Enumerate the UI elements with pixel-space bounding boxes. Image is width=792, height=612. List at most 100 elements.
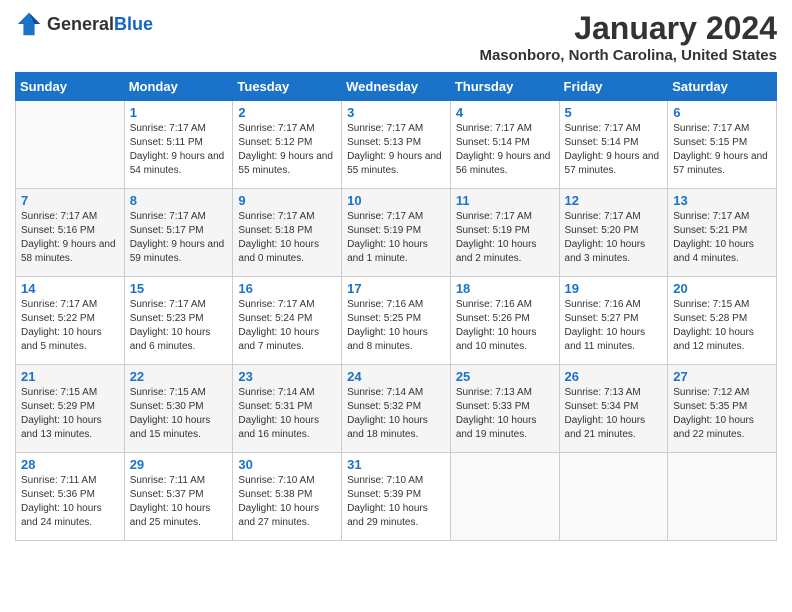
day-number: 2	[238, 105, 336, 120]
calendar-week-5: 28 Sunrise: 7:11 AM Sunset: 5:36 PM Dayli…	[16, 453, 777, 541]
day-info: Sunrise: 7:11 AM Sunset: 5:36 PM Dayligh…	[21, 474, 119, 530]
calendar-cell	[559, 453, 668, 541]
calendar-cell: 4 Sunrise: 7:17 AM Sunset: 5:14 PM Daylig…	[450, 101, 559, 189]
calendar-cell: 28 Sunrise: 7:11 AM Sunset: 5:36 PM Dayli…	[16, 453, 125, 541]
calendar-cell: 1 Sunrise: 7:17 AM Sunset: 5:11 PM Daylig…	[124, 101, 233, 189]
logo-icon	[15, 10, 43, 38]
day-info: Sunrise: 7:15 AM Sunset: 5:29 PM Dayligh…	[21, 386, 119, 442]
day-number: 10	[347, 193, 445, 208]
day-info: Sunrise: 7:11 AM Sunset: 5:37 PM Dayligh…	[130, 474, 228, 530]
day-number: 26	[565, 369, 663, 384]
day-info: Sunrise: 7:17 AM Sunset: 5:17 PM Dayligh…	[130, 210, 228, 266]
calendar-cell: 29 Sunrise: 7:11 AM Sunset: 5:37 PM Dayli…	[124, 453, 233, 541]
day-number: 31	[347, 457, 445, 472]
day-number: 15	[130, 281, 228, 296]
day-info: Sunrise: 7:13 AM Sunset: 5:33 PM Dayligh…	[456, 386, 554, 442]
calendar-cell: 15 Sunrise: 7:17 AM Sunset: 5:23 PM Dayli…	[124, 277, 233, 365]
calendar-cell	[668, 453, 777, 541]
calendar-cell: 24 Sunrise: 7:14 AM Sunset: 5:32 PM Dayli…	[342, 365, 451, 453]
calendar-cell: 27Sunrise: 7:12 AM Sunset: 5:35 PM Dayli…	[668, 365, 777, 453]
day-number: 11	[456, 193, 554, 208]
calendar-cell: 3 Sunrise: 7:17 AM Sunset: 5:13 PM Daylig…	[342, 101, 451, 189]
calendar-cell: 23 Sunrise: 7:14 AM Sunset: 5:31 PM Dayli…	[233, 365, 342, 453]
day-number: 1	[130, 105, 228, 120]
logo-text-general: General	[47, 14, 114, 34]
logo-text-blue: Blue	[114, 14, 153, 34]
calendar-cell: 20 Sunrise: 7:15 AM Sunset: 5:28 PM Dayli…	[668, 277, 777, 365]
day-info: Sunrise: 7:17 AM Sunset: 5:13 PM Dayligh…	[347, 122, 445, 178]
calendar-cell: 19 Sunrise: 7:16 AM Sunset: 5:27 PM Dayli…	[559, 277, 668, 365]
day-number: 24	[347, 369, 445, 384]
calendar-cell: 6 Sunrise: 7:17 AM Sunset: 5:15 PM Daylig…	[668, 101, 777, 189]
page-header: GeneralBlue January 2024 Masonboro, Nort…	[15, 10, 777, 64]
day-info: Sunrise: 7:17 AM Sunset: 5:14 PM Dayligh…	[565, 122, 663, 178]
day-number: 5	[565, 105, 663, 120]
month-title: January 2024	[479, 10, 777, 47]
calendar-cell: 13 Sunrise: 7:17 AM Sunset: 5:21 PM Dayli…	[668, 189, 777, 277]
day-number: 13	[673, 193, 771, 208]
day-info: Sunrise: 7:17 AM Sunset: 5:22 PM Dayligh…	[21, 298, 119, 354]
day-info: Sunrise: 7:17 AM Sunset: 5:21 PM Dayligh…	[673, 210, 771, 266]
day-info: Sunrise: 7:10 AM Sunset: 5:39 PM Dayligh…	[347, 474, 445, 530]
day-info: Sunrise: 7:17 AM Sunset: 5:24 PM Dayligh…	[238, 298, 336, 354]
calendar-cell: 30Sunrise: 7:10 AM Sunset: 5:38 PM Dayli…	[233, 453, 342, 541]
calendar-cell: 10 Sunrise: 7:17 AM Sunset: 5:19 PM Dayli…	[342, 189, 451, 277]
day-info: Sunrise: 7:14 AM Sunset: 5:31 PM Dayligh…	[238, 386, 336, 442]
calendar-table: SundayMondayTuesdayWednesdayThursdayFrid…	[15, 72, 777, 541]
day-number: 28	[21, 457, 119, 472]
day-number: 17	[347, 281, 445, 296]
day-number: 6	[673, 105, 771, 120]
calendar-header-thursday: Thursday	[450, 73, 559, 101]
day-info: Sunrise: 7:16 AM Sunset: 5:25 PM Dayligh…	[347, 298, 445, 354]
calendar-cell: 22 Sunrise: 7:15 AM Sunset: 5:30 PM Dayli…	[124, 365, 233, 453]
calendar-week-3: 14Sunrise: 7:17 AM Sunset: 5:22 PM Dayli…	[16, 277, 777, 365]
day-number: 4	[456, 105, 554, 120]
day-info: Sunrise: 7:15 AM Sunset: 5:30 PM Dayligh…	[130, 386, 228, 442]
calendar-header-monday: Monday	[124, 73, 233, 101]
calendar-week-1: 1 Sunrise: 7:17 AM Sunset: 5:11 PM Daylig…	[16, 101, 777, 189]
day-info: Sunrise: 7:15 AM Sunset: 5:28 PM Dayligh…	[673, 298, 771, 354]
calendar-header-wednesday: Wednesday	[342, 73, 451, 101]
calendar-header-tuesday: Tuesday	[233, 73, 342, 101]
calendar-cell	[16, 101, 125, 189]
day-number: 29	[130, 457, 228, 472]
day-number: 16	[238, 281, 336, 296]
day-number: 12	[565, 193, 663, 208]
day-info: Sunrise: 7:17 AM Sunset: 5:16 PM Dayligh…	[21, 210, 119, 266]
calendar-cell: 12 Sunrise: 7:17 AM Sunset: 5:20 PM Dayli…	[559, 189, 668, 277]
calendar-header-row: SundayMondayTuesdayWednesdayThursdayFrid…	[16, 73, 777, 101]
day-info: Sunrise: 7:17 AM Sunset: 5:18 PM Dayligh…	[238, 210, 336, 266]
day-number: 30	[238, 457, 336, 472]
day-number: 8	[130, 193, 228, 208]
day-info: Sunrise: 7:17 AM Sunset: 5:12 PM Dayligh…	[238, 122, 336, 178]
day-number: 20	[673, 281, 771, 296]
day-info: Sunrise: 7:17 AM Sunset: 5:19 PM Dayligh…	[456, 210, 554, 266]
day-info: Sunrise: 7:17 AM Sunset: 5:19 PM Dayligh…	[347, 210, 445, 266]
day-number: 19	[565, 281, 663, 296]
day-number: 22	[130, 369, 228, 384]
day-info: Sunrise: 7:14 AM Sunset: 5:32 PM Dayligh…	[347, 386, 445, 442]
day-info: Sunrise: 7:16 AM Sunset: 5:27 PM Dayligh…	[565, 298, 663, 354]
day-info: Sunrise: 7:17 AM Sunset: 5:20 PM Dayligh…	[565, 210, 663, 266]
day-info: Sunrise: 7:16 AM Sunset: 5:26 PM Dayligh…	[456, 298, 554, 354]
day-info: Sunrise: 7:17 AM Sunset: 5:11 PM Dayligh…	[130, 122, 228, 178]
day-number: 3	[347, 105, 445, 120]
calendar-week-2: 7Sunrise: 7:17 AM Sunset: 5:16 PM Daylig…	[16, 189, 777, 277]
location-title: Masonboro, North Carolina, United States	[479, 47, 777, 64]
day-info: Sunrise: 7:17 AM Sunset: 5:14 PM Dayligh…	[456, 122, 554, 178]
calendar-cell: 21Sunrise: 7:15 AM Sunset: 5:29 PM Dayli…	[16, 365, 125, 453]
day-info: Sunrise: 7:17 AM Sunset: 5:15 PM Dayligh…	[673, 122, 771, 178]
calendar-header-friday: Friday	[559, 73, 668, 101]
day-number: 27	[673, 369, 771, 384]
calendar-cell: 2 Sunrise: 7:17 AM Sunset: 5:12 PM Daylig…	[233, 101, 342, 189]
logo: GeneralBlue	[15, 10, 153, 38]
day-number: 9	[238, 193, 336, 208]
day-number: 23	[238, 369, 336, 384]
calendar-cell: 7Sunrise: 7:17 AM Sunset: 5:16 PM Daylig…	[16, 189, 125, 277]
calendar-cell: 9 Sunrise: 7:17 AM Sunset: 5:18 PM Daylig…	[233, 189, 342, 277]
day-info: Sunrise: 7:17 AM Sunset: 5:23 PM Dayligh…	[130, 298, 228, 354]
calendar-cell: 11 Sunrise: 7:17 AM Sunset: 5:19 PM Dayli…	[450, 189, 559, 277]
title-section: January 2024 Masonboro, North Carolina, …	[479, 10, 777, 64]
calendar-cell: 5 Sunrise: 7:17 AM Sunset: 5:14 PM Daylig…	[559, 101, 668, 189]
calendar-cell	[450, 453, 559, 541]
